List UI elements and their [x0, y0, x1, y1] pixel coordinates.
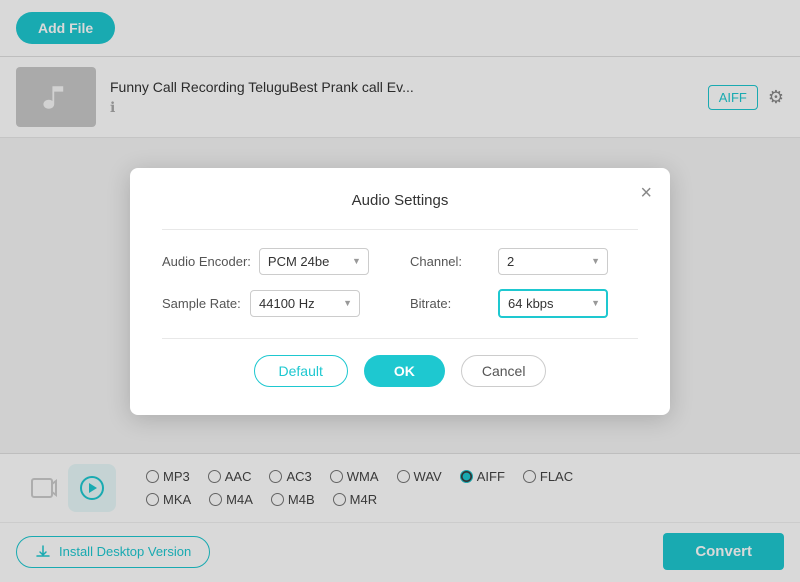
bitrate-label: Bitrate:: [410, 296, 490, 311]
encoder-select[interactable]: PCM 24be PCM 16be PCM 32be: [259, 248, 369, 275]
settings-grid: Audio Encoder: PCM 24be PCM 16be PCM 32b…: [162, 248, 638, 318]
bitrate-select-wrapper: 64 kbps 128 kbps 192 kbps 256 kbps 320 k…: [498, 289, 608, 318]
modal-buttons: Default OK Cancel: [162, 355, 638, 387]
channel-row: Channel: 1 2 6: [410, 248, 638, 275]
bitrate-select[interactable]: 64 kbps 128 kbps 192 kbps 256 kbps 320 k…: [498, 289, 608, 318]
encoder-select-wrapper: PCM 24be PCM 16be PCM 32be: [259, 248, 369, 275]
default-button[interactable]: Default: [254, 355, 348, 387]
channel-label: Channel:: [410, 254, 490, 269]
audio-settings-modal: × Audio Settings Audio Encoder: PCM 24be…: [130, 168, 670, 415]
encoder-label: Audio Encoder:: [162, 254, 251, 269]
channel-select-wrapper: 1 2 6: [498, 248, 608, 275]
encoder-row: Audio Encoder: PCM 24be PCM 16be PCM 32b…: [162, 248, 390, 275]
modal-close-button[interactable]: ×: [640, 182, 652, 205]
bitrate-row: Bitrate: 64 kbps 128 kbps 192 kbps 256 k…: [410, 289, 638, 318]
sample-rate-select-wrapper: 44100 Hz 22050 Hz 48000 Hz: [250, 290, 360, 317]
modal-overlay: × Audio Settings Audio Encoder: PCM 24be…: [0, 0, 800, 582]
sample-rate-select[interactable]: 44100 Hz 22050 Hz 48000 Hz: [250, 290, 360, 317]
modal-title: Audio Settings: [162, 192, 638, 209]
sample-rate-row: Sample Rate: 44100 Hz 22050 Hz 48000 Hz: [162, 289, 390, 318]
modal-divider-bottom: [162, 338, 638, 339]
channel-select[interactable]: 1 2 6: [498, 248, 608, 275]
sample-rate-label: Sample Rate:: [162, 296, 242, 311]
cancel-button[interactable]: Cancel: [461, 355, 547, 387]
modal-divider-top: [162, 229, 638, 230]
ok-button[interactable]: OK: [364, 355, 445, 387]
